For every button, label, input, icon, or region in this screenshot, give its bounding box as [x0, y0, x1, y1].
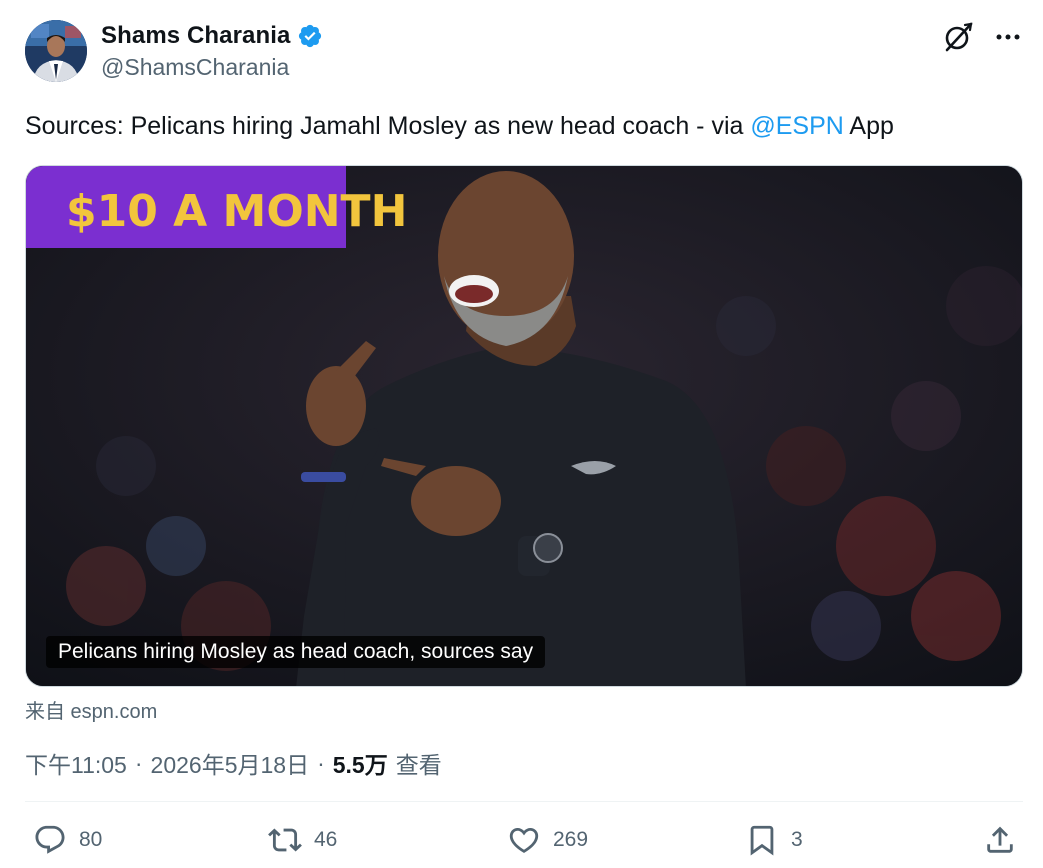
header-actions	[941, 20, 1023, 54]
grok-icon[interactable]	[941, 20, 975, 54]
bookmark-count: 3	[791, 828, 803, 851]
meta-separator: ·	[134, 749, 143, 776]
avatar[interactable]	[25, 20, 87, 82]
tweet-time[interactable]: 下午11:05	[25, 746, 127, 780]
like-button[interactable]: 269	[507, 818, 588, 862]
avatar-image	[25, 20, 87, 82]
share-button[interactable]	[983, 818, 1017, 862]
author-handle[interactable]: @ShamsCharania	[101, 54, 323, 81]
reply-button[interactable]: 80	[33, 818, 102, 862]
link-card-media[interactable]: $10 A MONTH Pelicans hiring Mosley as he…	[25, 165, 1023, 687]
link-card-caption: Pelicans hiring Mosley as head coach, so…	[46, 636, 546, 668]
like-count: 269	[553, 828, 589, 851]
tweet-text-body: Sources: Pelicans hiring Jamahl Mosley a…	[25, 112, 751, 140]
tweet-header: Shams Charania @ShamsCharania	[25, 18, 1023, 88]
arena-sign-text: $10 A MONTH	[66, 186, 407, 237]
verified-badge-icon[interactable]	[297, 23, 323, 49]
display-name[interactable]: Shams Charania	[101, 22, 290, 50]
more-icon[interactable]	[993, 22, 1023, 52]
bookmark-icon	[750, 825, 774, 856]
article-photo: $10 A MONTH	[26, 166, 1022, 686]
tweet-meta: 下午11:05 · 2026年5月18日 · 5.5万 查看	[25, 746, 442, 780]
views-count: 5.5万	[332, 752, 388, 778]
like-icon	[509, 827, 539, 853]
reply-icon	[35, 825, 65, 854]
meta-separator-2: ·	[317, 749, 325, 776]
tweet-date[interactable]: 2026年5月18日	[151, 746, 310, 780]
divider	[25, 801, 1023, 802]
action-bar: 80 46 269 3	[25, 818, 1023, 862]
author-info: Shams Charania @ShamsCharania	[101, 20, 323, 81]
tweet-text: Sources: Pelicans hiring Jamahl Mosley a…	[25, 110, 1015, 142]
retweet-count: 46	[314, 828, 338, 851]
views-label: 查看	[395, 752, 442, 778]
retweet-button[interactable]: 46	[268, 818, 337, 862]
retweet-icon	[268, 828, 302, 852]
bookmark-button[interactable]: 3	[745, 818, 803, 862]
tweet-detail: Shams Charania @ShamsCharania Sources: P…	[0, 0, 1043, 868]
mention-link[interactable]: @ESPN	[750, 112, 843, 140]
display-name-row: Shams Charania	[101, 20, 323, 52]
tweet-text-tail: App	[843, 112, 894, 140]
link-card-source[interactable]: 来自 espn.com	[25, 695, 157, 724]
reply-count: 80	[79, 828, 103, 851]
share-icon	[987, 826, 1013, 853]
